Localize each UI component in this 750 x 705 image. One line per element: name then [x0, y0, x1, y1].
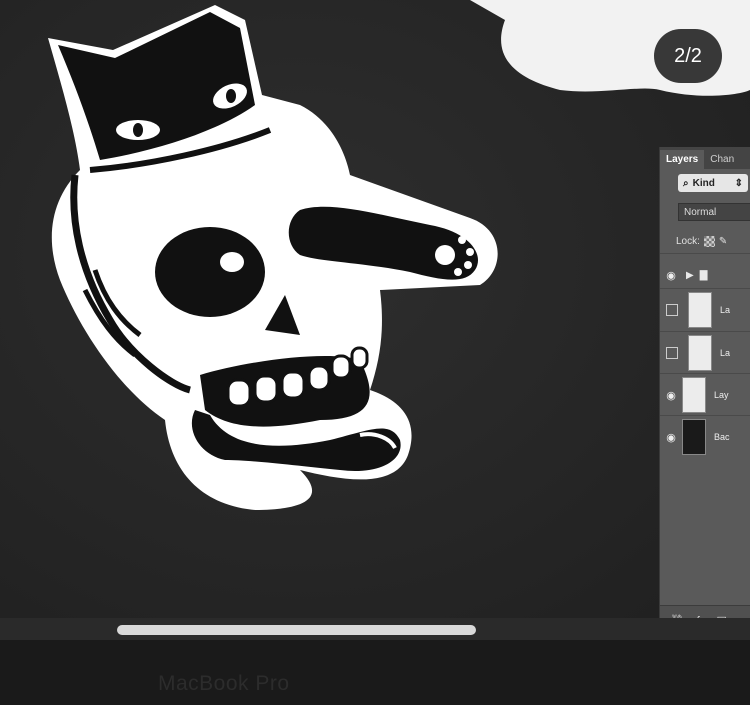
lock-row: Lock: ✎: [676, 236, 727, 247]
layer-thumbnail: [682, 377, 706, 413]
layer-row[interactable]: ◉ Bac: [660, 415, 750, 458]
layer-thumbnail: [688, 335, 712, 371]
folder-icon: ▇: [699, 269, 708, 281]
visibility-toggle[interactable]: [666, 304, 678, 316]
eye-icon[interactable]: ◉: [660, 269, 682, 282]
panel-tabs: Layers Chan: [660, 147, 750, 169]
blend-mode-value: Normal: [684, 206, 717, 218]
eye-icon[interactable]: ◉: [660, 389, 682, 402]
lock-transparency-icon[interactable]: [703, 236, 715, 247]
eye-icon[interactable]: ◉: [660, 431, 682, 444]
lock-label: Lock:: [676, 236, 700, 247]
layer-name: La: [720, 305, 731, 315]
horizontal-scrollbar-thumb[interactable]: [117, 625, 476, 635]
laptop-base: [0, 640, 750, 705]
layer-thumbnail: [688, 292, 712, 328]
tab-layers[interactable]: Layers: [660, 150, 705, 169]
lock-paint-icon[interactable]: ✎: [719, 236, 727, 247]
tab-channels[interactable]: Chan: [704, 150, 740, 169]
layer-thumbnail: [682, 419, 706, 455]
screen: 2/2 Layers Chan ⌕ Kind ⇕ Normal Lock: ✎ …: [0, 0, 750, 640]
layer-name: La: [720, 348, 731, 358]
page-indicator: 2/2: [654, 29, 722, 83]
layer-filter-label: Kind: [692, 177, 715, 189]
layer-name: Bac: [714, 432, 730, 442]
skull-cat-artwork[interactable]: [0, 0, 750, 640]
layers-panel[interactable]: Layers Chan ⌕ Kind ⇕ Normal Lock: ✎ ◉ ▶ …: [659, 147, 750, 635]
chevron-updown-icon: ⇕: [734, 177, 743, 189]
layer-row[interactable]: La: [660, 288, 750, 331]
disclosure-triangle-icon[interactable]: ▶: [686, 270, 694, 281]
layer-filter-dropdown[interactable]: ⌕ Kind ⇕: [678, 174, 748, 192]
blend-mode-select[interactable]: Normal: [678, 203, 750, 221]
layer-row[interactable]: ◉ Lay: [660, 373, 750, 416]
visibility-toggle[interactable]: [666, 347, 678, 359]
search-icon: ⌕: [683, 177, 689, 189]
layer-row[interactable]: La: [660, 331, 750, 374]
laptop-brand-label: MacBook Pro: [158, 672, 290, 695]
layer-name: Lay: [714, 390, 729, 400]
